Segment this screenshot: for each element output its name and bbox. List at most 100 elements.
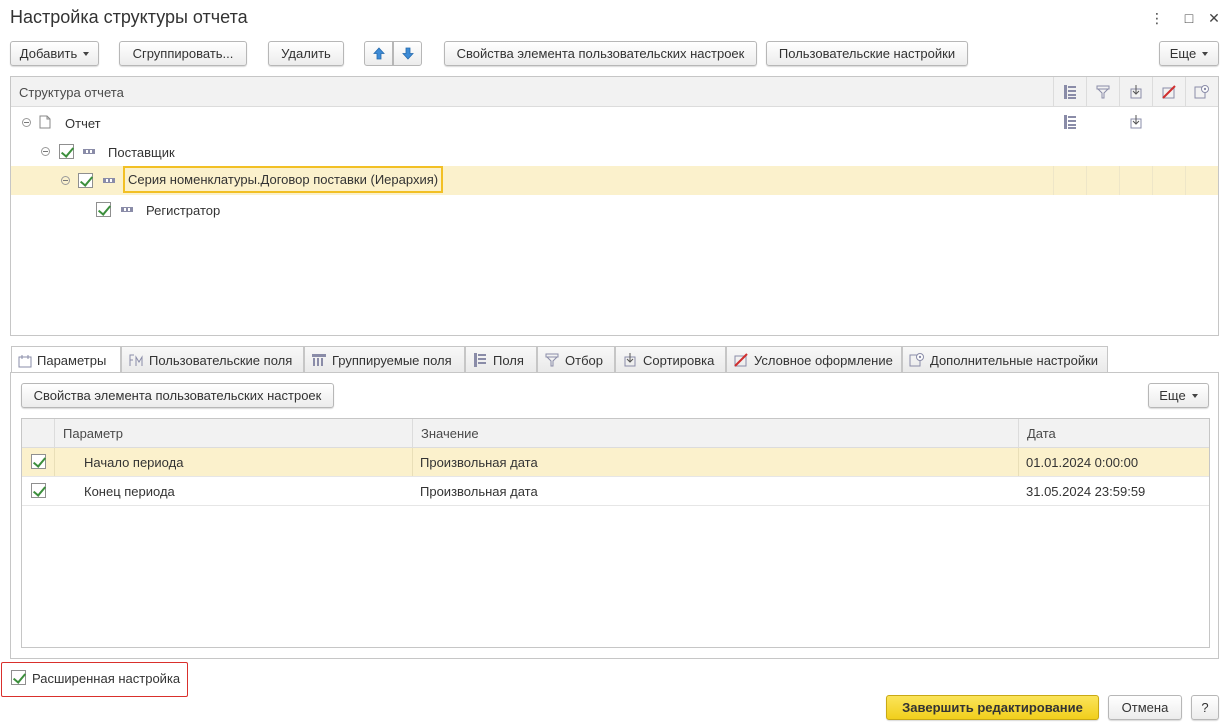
column-divider — [1119, 166, 1120, 195]
tab-label: Параметры — [37, 353, 107, 368]
move-up-button[interactable] — [364, 41, 393, 66]
tab-parameters[interactable]: Параметры — [11, 346, 121, 374]
column-divider — [1053, 166, 1054, 195]
tab-label: Сортировка — [643, 352, 715, 368]
parameters-icon — [18, 354, 32, 367]
tree-node-label: Поставщик — [108, 145, 175, 160]
fields-icon — [1064, 115, 1076, 129]
tab-user-fields[interactable]: Пользовательские поля — [121, 346, 304, 373]
grouping-field-icon — [83, 149, 95, 154]
element-properties-label: Свойства элемента пользовательских настр… — [456, 46, 745, 61]
column-header-param[interactable]: Параметр — [54, 419, 412, 448]
window-title: Настройка структуры отчета — [10, 7, 248, 27]
table-header: Параметр Значение Дата — [22, 419, 1209, 448]
more-button[interactable]: Еще — [1159, 41, 1219, 66]
tab-sort[interactable]: Сортировка — [615, 346, 726, 373]
param-more-label: Еще — [1159, 388, 1186, 403]
column-divider — [1152, 166, 1153, 195]
help-button[interactable]: ? — [1191, 695, 1219, 720]
column-divider — [1185, 166, 1186, 195]
collapse-icon[interactable] — [41, 147, 50, 156]
tree-node-label: Регистратор — [146, 203, 221, 218]
tab-label: Отбор — [565, 352, 603, 368]
delete-button[interactable]: Удалить — [268, 41, 344, 66]
column-additional-settings-icon[interactable] — [1185, 77, 1218, 107]
extended-settings-label[interactable]: Расширенная настройка — [32, 671, 180, 686]
table-row[interactable]: Начало периода Произвольная дата 01.01.2… — [22, 448, 1209, 477]
tree-row-report[interactable]: Отчет — [11, 108, 1218, 137]
add-button[interactable]: Добавить — [10, 41, 99, 66]
tree-row-registrar[interactable]: Регистратор — [11, 195, 1218, 224]
tab-grouping-fields[interactable]: Группируемые поля — [304, 346, 465, 373]
param-date[interactable]: 31.05.2024 23:59:59 — [1018, 477, 1145, 506]
column-header-date[interactable]: Дата — [1018, 419, 1211, 448]
more-options-icon[interactable]: ⋮ — [1148, 8, 1166, 28]
tree-header: Структура отчета — [11, 77, 1218, 107]
structure-tree[interactable]: Структура отчета Отчет Поставщик Серия н… — [10, 76, 1219, 336]
tree-node-label[interactable]: Серия номенклатуры.Договор поставки (Иер… — [123, 166, 444, 193]
column-divider — [1086, 166, 1087, 195]
tab-fields[interactable]: Поля — [465, 346, 537, 373]
column-sort-icon[interactable] — [1119, 77, 1152, 107]
series-checkbox[interactable] — [78, 173, 93, 188]
tab-additional-settings[interactable]: Дополнительные настройки — [902, 346, 1108, 373]
chevron-down-icon — [1191, 393, 1198, 398]
tree-node-label: Отчет — [65, 116, 101, 131]
column-fields-icon[interactable] — [1053, 77, 1086, 107]
tree-row-supplier[interactable]: Поставщик — [11, 137, 1218, 166]
maximize-icon[interactable]: □ — [1180, 8, 1198, 28]
row-checkbox[interactable] — [31, 454, 46, 469]
close-icon[interactable]: ✕ — [1205, 8, 1223, 28]
sort-icon — [1130, 115, 1142, 129]
cancel-label: Отмена — [1121, 700, 1169, 715]
user-settings-button[interactable]: Пользовательские настройки — [766, 41, 968, 66]
parameters-table[interactable]: Параметр Значение Дата Начало периода Пр… — [21, 418, 1210, 648]
delete-button-label: Удалить — [281, 46, 331, 61]
param-date[interactable]: 01.01.2024 0:00:00 — [1018, 448, 1138, 477]
collapse-icon[interactable] — [61, 176, 70, 185]
cancel-button[interactable]: Отмена — [1108, 695, 1182, 720]
param-value[interactable]: Произвольная дата — [412, 477, 538, 506]
fields-icon — [474, 353, 486, 367]
tab-label: Условное оформление — [754, 352, 893, 368]
arrow-down-icon — [401, 47, 414, 60]
sort-icon — [624, 353, 636, 367]
field-icon — [121, 207, 133, 212]
column-divider — [54, 448, 55, 476]
tab-filter[interactable]: Отбор — [537, 346, 615, 373]
param-element-properties-button[interactable]: Свойства элемента пользовательских настр… — [21, 383, 334, 408]
registrar-checkbox[interactable] — [96, 202, 111, 217]
help-icon: ? — [1201, 700, 1209, 715]
param-element-properties-label: Свойства элемента пользовательских настр… — [33, 388, 322, 403]
param-name: Конец периода — [84, 484, 175, 499]
tab-label: Дополнительные настройки — [930, 352, 1099, 368]
column-header-value[interactable]: Значение — [412, 419, 1020, 448]
column-conditional-format-icon[interactable] — [1152, 77, 1185, 107]
tab-label: Пользовательские поля — [149, 352, 293, 368]
group-button[interactable]: Сгруппировать... — [119, 41, 247, 66]
finish-editing-button[interactable]: Завершить редактирование — [886, 695, 1099, 720]
user-fields-icon — [129, 354, 143, 366]
extended-settings-checkbox[interactable] — [11, 670, 26, 685]
column-filter-icon[interactable] — [1086, 77, 1119, 107]
conditional-format-icon — [734, 353, 748, 367]
tab-label: Группируемые поля — [332, 352, 452, 368]
collapse-icon[interactable] — [22, 118, 31, 127]
tab-conditional-format[interactable]: Условное оформление — [726, 346, 902, 373]
param-name: Начало периода — [84, 455, 184, 470]
element-properties-button[interactable]: Свойства элемента пользовательских настр… — [444, 41, 757, 66]
chevron-down-icon — [1202, 51, 1209, 56]
tree-row-series[interactable]: Серия номенклатуры.Договор поставки (Иер… — [11, 166, 1218, 195]
param-more-button[interactable]: Еще — [1148, 383, 1209, 408]
more-button-label: Еще — [1169, 46, 1197, 61]
table-row[interactable]: Конец периода Произвольная дата 31.05.20… — [22, 477, 1209, 506]
group-button-label: Сгруппировать... — [132, 46, 234, 61]
supplier-checkbox[interactable] — [59, 144, 74, 159]
grouping-fields-icon — [312, 354, 326, 366]
filter-icon — [545, 353, 559, 367]
tab-label: Поля — [493, 352, 524, 368]
row-checkbox[interactable] — [31, 483, 46, 498]
grouping-field-icon — [103, 178, 115, 183]
param-value[interactable]: Произвольная дата — [412, 448, 538, 477]
move-down-button[interactable] — [393, 41, 422, 66]
